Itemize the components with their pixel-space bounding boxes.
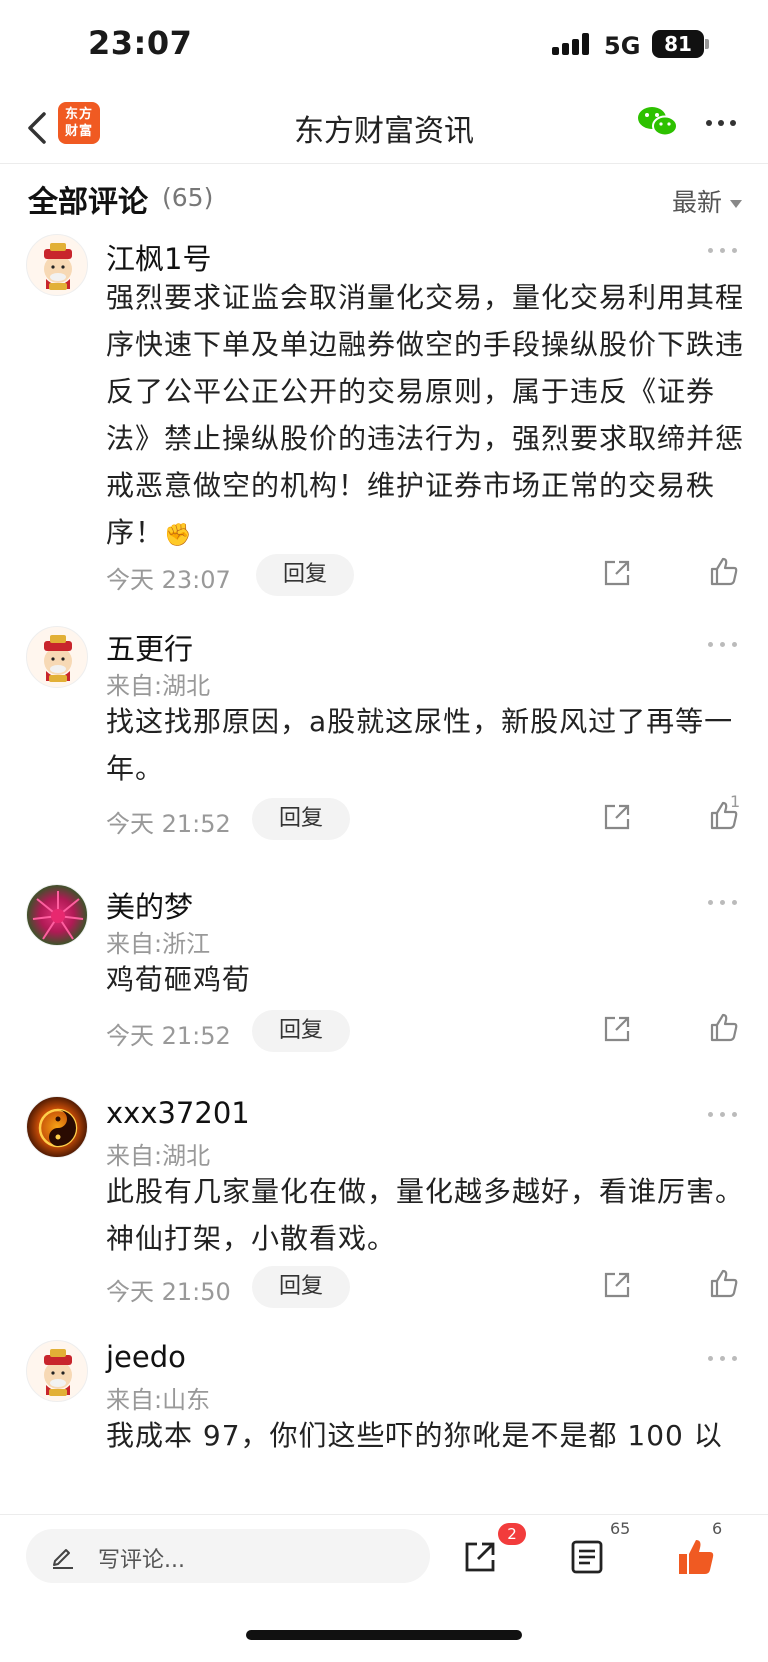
thumbs-up-icon: [710, 1013, 738, 1042]
comments-count-label: 65: [610, 1519, 631, 1538]
share-icon: [604, 1272, 630, 1298]
home-indicator: [246, 1630, 522, 1640]
share-icon: [604, 1016, 630, 1042]
share-button[interactable]: [602, 558, 632, 588]
comment-time: 今天 21:50: [106, 1278, 231, 1306]
toolbar-comments-button[interactable]: [570, 1539, 604, 1575]
fortune-god-avatar-icon: [44, 635, 72, 682]
status-bar: 23:07 5G 81: [0, 0, 768, 92]
like-button[interactable]: [708, 1268, 740, 1300]
sort-dropdown[interactable]: 最新: [672, 183, 742, 219]
fortune-god-avatar-icon: [44, 243, 72, 290]
share-button[interactable]: [602, 1270, 632, 1300]
share-count-badge: 2: [498, 1523, 526, 1545]
nav-bar: 东方 财富 东方财富资讯: [0, 92, 768, 164]
comment-username[interactable]: 美的梦: [106, 884, 193, 926]
comment-location: 来自:湖北: [106, 672, 211, 700]
thumbs-up-icon: [710, 557, 738, 586]
share-icon: [604, 560, 630, 586]
comments-title: 全部评论: [28, 185, 148, 220]
comment-username[interactable]: 江枫1号: [106, 236, 211, 278]
bottom-toolbar: 写评论... 2 65 6: [0, 1514, 768, 1602]
comment-text: 我成本 97，你们这些吓的狝吪是不是都 100 以: [106, 1419, 723, 1452]
avatar[interactable]: [26, 234, 88, 296]
thumbs-up-icon: [710, 1269, 738, 1298]
comment-item: 五更行 来自:湖北 找这找那原因，a股就这尿性，新股风过了再等一年。 今天 21…: [0, 622, 768, 872]
avatar[interactable]: [26, 1096, 88, 1158]
share-button[interactable]: [602, 802, 632, 832]
comment-text-content: 强烈要求证监会取消量化交易，量化交易利用其程序快速下单及单边融券做空的手段操纵股…: [106, 281, 745, 549]
fist-emoji: ✊: [164, 523, 193, 548]
battery-nub: [705, 39, 709, 49]
comment-text: 此股有几家量化在做，量化越多越好，看谁厉害。神仙打架，小散看戏。: [106, 1175, 745, 1255]
comment-username[interactable]: xxx37201: [106, 1096, 250, 1130]
comment-more-button[interactable]: [708, 894, 738, 910]
pen-icon: [53, 1549, 73, 1569]
more-icon: [706, 120, 736, 126]
thumbs-up-filled-icon: [679, 1540, 714, 1574]
comment-location: 来自:浙江: [106, 930, 211, 958]
sort-label: 最新: [671, 188, 722, 217]
yin-yang-avatar-icon: [38, 1108, 78, 1148]
avatar[interactable]: [26, 884, 88, 946]
comment-item: 美的梦 来自:浙江 鸡荀砸鸡荀 今天 21:52 回复: [0, 880, 768, 1090]
flower-avatar-icon: [32, 891, 84, 940]
reply-button[interactable]: 回复: [252, 1010, 350, 1052]
likes-count-label: 6: [712, 1519, 723, 1538]
comment-time: 今天 21:52: [106, 1022, 231, 1050]
comment-item: 江枫1号 强烈要求证监会取消量化交易，量化交易利用其程序快速下单及单边融券做空的…: [0, 230, 768, 610]
comment-location: 来自:湖北: [106, 1142, 211, 1170]
comment-username[interactable]: 五更行: [106, 626, 193, 668]
wechat-share-button[interactable]: [636, 104, 680, 140]
avatar[interactable]: [26, 626, 88, 688]
toolbar-share-button[interactable]: [462, 1539, 498, 1575]
comment-item: xxx37201 来自:湖北 此股有几家量化在做，量化越多越好，看谁厉害。神仙打…: [0, 1092, 768, 1332]
comment-text: 强烈要求证监会取消量化交易，量化交易利用其程序快速下单及单边融券做空的手段操纵股…: [106, 274, 746, 559]
comment-more-button[interactable]: [708, 1350, 738, 1366]
comment-input[interactable]: 写评论...: [26, 1529, 430, 1583]
cellular-signal-icon: [552, 33, 592, 55]
comment-text: 鸡荀砸鸡荀: [106, 963, 252, 996]
comment-more-button[interactable]: [708, 242, 738, 258]
wechat-icon: [638, 107, 678, 137]
comments-count: (65): [162, 183, 214, 212]
comment-more-button[interactable]: [708, 636, 738, 652]
comment-time: 今天 23:07: [106, 566, 231, 594]
like-button[interactable]: [708, 556, 740, 588]
like-button[interactable]: [708, 1012, 740, 1044]
toolbar-like-button[interactable]: [676, 1537, 716, 1577]
status-time: 23:07: [88, 24, 193, 62]
comment-text: 找这找那原因，a股就这尿性，新股风过了再等一年。: [106, 705, 734, 785]
comment-time: 今天 21:52: [106, 810, 231, 838]
fortune-god-avatar-icon: [44, 1349, 72, 1396]
comments-header: 全部评论 (65) 最新: [0, 165, 768, 231]
reply-button[interactable]: 回复: [256, 554, 354, 596]
reply-button[interactable]: 回复: [252, 798, 350, 840]
comment-input-placeholder: 写评论...: [98, 1548, 185, 1573]
avatar[interactable]: [26, 1340, 88, 1402]
comment-username[interactable]: jeedo: [106, 1340, 186, 1374]
more-options-button[interactable]: [704, 110, 738, 136]
comment-location: 来自:山东: [106, 1386, 211, 1414]
share-button[interactable]: [602, 1014, 632, 1044]
like-count: 1: [730, 792, 741, 811]
network-type: 5G: [604, 32, 641, 60]
comment-more-button[interactable]: [708, 1106, 738, 1122]
share-icon: [604, 804, 630, 830]
battery-icon: 81: [652, 30, 704, 58]
comment-list-icon: [571, 1540, 603, 1574]
reply-button[interactable]: 回复: [252, 1266, 350, 1308]
share-icon: [465, 1542, 495, 1572]
caret-down-icon: [730, 200, 742, 208]
comment-item: jeedo 来自:山东 我成本 97，你们这些吓的狝吪是不是都 100 以: [0, 1336, 768, 1512]
